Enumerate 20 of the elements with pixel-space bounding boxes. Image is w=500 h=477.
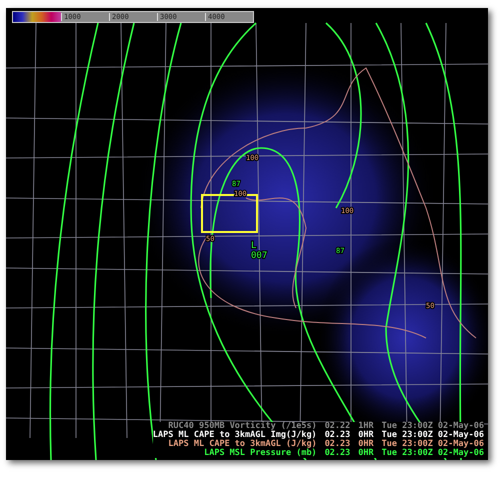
- legend-time: Tue 23:00Z 02-May-06: [382, 449, 484, 458]
- legend-value: 02.23: [324, 449, 350, 458]
- legend-hour: 0HR: [358, 449, 374, 458]
- legend-product: LAPS ML CAPE to 3kmAGL Img(J/kg): [152, 431, 317, 440]
- legend-value: 02.22: [324, 422, 350, 431]
- legend-product: LAPS MSL Pressure (mb): [203, 449, 317, 458]
- legend-time: Tue 23:00Z 02-May-06: [382, 431, 484, 440]
- legend-product: LAPS ML CAPE to 3kmAGL (J/kg): [167, 440, 317, 449]
- legend-product: RUC40 950MB Vorticity (/1e5s): [168, 422, 317, 431]
- legend-value: 02.23: [324, 440, 350, 449]
- legend-time: Tue 23:00Z 02-May-06: [382, 440, 484, 449]
- legend-hour: 1HR: [358, 422, 374, 431]
- low-pressure-label: L: [251, 241, 256, 251]
- low-pressure-label: 007: [251, 251, 268, 261]
- color-gradient: [13, 12, 61, 22]
- highlight-rectangle: [201, 194, 258, 233]
- legend-hour: 0HR: [358, 431, 374, 440]
- legend-time: Tue 23:00Z 02-May-06: [382, 422, 484, 431]
- legend-hour: 0HR: [358, 440, 374, 449]
- legend-value: 02.23: [324, 431, 350, 440]
